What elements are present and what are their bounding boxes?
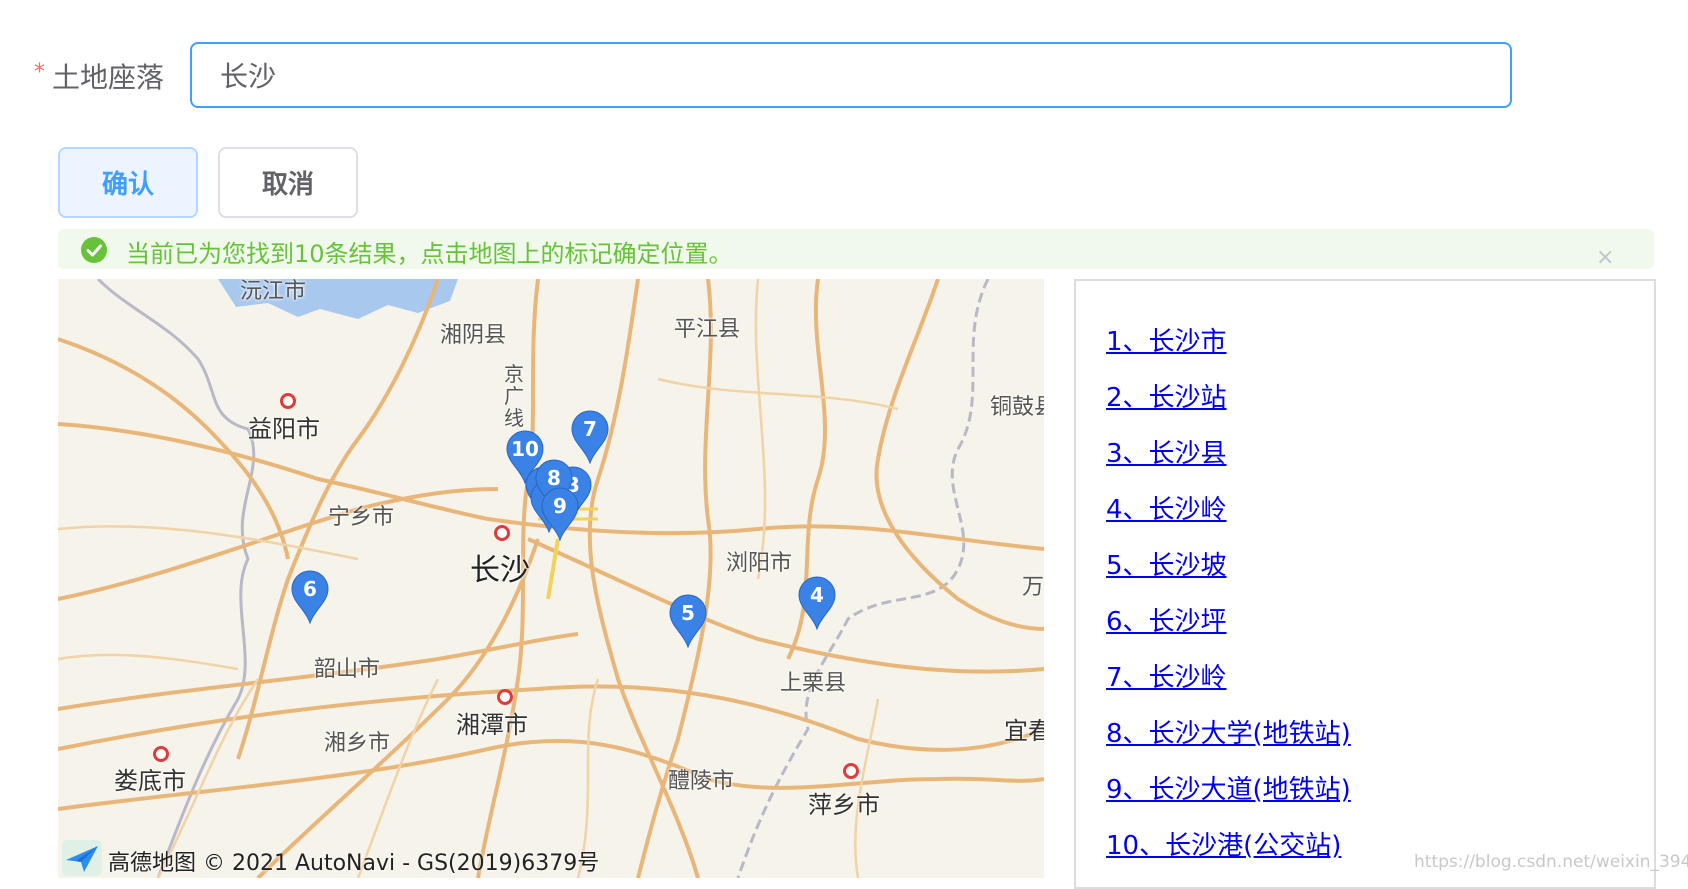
search-result-alert: 当前已为您找到10条结果，点击地图上的标记确定位置。 ×	[58, 229, 1654, 269]
map-label-xiangxiang: 湘乡市	[324, 731, 391, 756]
result-item-10[interactable]: 10、长沙港(公交站)	[1106, 825, 1341, 862]
success-check-icon	[81, 237, 107, 263]
alert-message: 当前已为您找到10条结果，点击地图上的标记确定位置。	[126, 240, 733, 268]
map-marker-label: 7	[583, 417, 597, 441]
map-label-loudi: 娄底市	[114, 767, 186, 795]
map-city-dot-pingxiang	[843, 763, 859, 779]
search-result-list: 1、长沙市 2、长沙站 3、长沙县 4、长沙岭 5、长沙坡 6、长沙坪 7、长沙…	[1074, 279, 1656, 889]
close-icon[interactable]: ×	[1596, 247, 1614, 269]
map-marker-7[interactable]: 7	[571, 410, 609, 464]
map-label-ningxiang: 宁乡市	[328, 505, 395, 530]
map-label-pingjiang: 平江县	[674, 317, 741, 342]
map-label-railway: 京广线	[504, 362, 524, 430]
result-item-4[interactable]: 4、长沙岭	[1106, 489, 1227, 526]
land-location-label: 土地座落	[52, 61, 165, 94]
amap-logo-icon	[62, 840, 102, 876]
map-marker-5[interactable]: 5	[669, 594, 707, 648]
map-marker-6[interactable]: 6	[291, 570, 329, 624]
map-label-liling: 醴陵市	[668, 769, 735, 794]
map-marker-10[interactable]: 10	[506, 430, 544, 484]
map-label-shangli: 上栗县	[780, 671, 847, 696]
map-label-tonggu: 铜鼓县	[990, 395, 1044, 420]
cancel-button[interactable]: 取消	[218, 147, 358, 218]
map-road-layer	[58, 279, 1044, 878]
result-item-6[interactable]: 6、长沙坪	[1106, 601, 1227, 638]
result-item-2[interactable]: 2、长沙站	[1106, 377, 1227, 414]
map-label-shaoshan: 韶山市	[314, 657, 381, 682]
map-marker-label: 9	[553, 494, 567, 518]
map-city-dot-changsha	[494, 525, 510, 541]
map-label-yiyang: 益阳市	[248, 415, 320, 443]
map-view[interactable]: 沅江市 湘阴县 平江县 铜鼓县 益阳市 宁乡市 京广线 长沙 浏阳市 万 韶山市…	[58, 279, 1044, 878]
map-credit: 高德地图 © 2021 AutoNavi - GS(2019)6379号	[108, 851, 600, 876]
map-marker-label: 4	[810, 583, 824, 607]
map-label-liuyang: 浏阳市	[726, 551, 793, 576]
map-label-xiangtan: 湘潭市	[456, 711, 528, 739]
result-item-3[interactable]: 3、长沙县	[1106, 433, 1227, 470]
required-mark: *	[34, 60, 45, 85]
map-label-yuanjiang: 沅江市	[240, 279, 307, 304]
map-marker-4[interactable]: 4	[798, 576, 836, 630]
watermark: https://blog.csdn.net/weixin_39410229	[1414, 852, 1688, 872]
result-item-7[interactable]: 7、长沙岭	[1106, 657, 1227, 694]
map-marker-label: 10	[511, 437, 539, 461]
land-location-form-item: * 土地座落	[0, 40, 1520, 110]
map-label-pingxiang: 萍乡市	[808, 791, 880, 819]
map-label-changsha: 长沙	[470, 553, 530, 588]
map-label-wanzai: 万	[1022, 575, 1044, 600]
confirm-button[interactable]: 确认	[58, 147, 198, 218]
result-item-1[interactable]: 1、长沙市	[1106, 321, 1227, 358]
map-city-dot-loudi	[153, 746, 169, 762]
map-city-dot-xiangtan	[497, 689, 513, 705]
result-item-9[interactable]: 9、长沙大道(地铁站)	[1106, 769, 1351, 806]
map-marker-label: 5	[681, 601, 695, 625]
map-label-yichun: 宜春	[1004, 717, 1044, 745]
result-item-5[interactable]: 5、长沙坡	[1106, 545, 1227, 582]
map-city-dot-yiyang	[280, 393, 296, 409]
map-marker-9[interactable]: 9	[541, 487, 579, 541]
land-location-input[interactable]	[190, 42, 1512, 108]
map-marker-label: 6	[303, 577, 317, 601]
result-item-8[interactable]: 8、长沙大学(地铁站)	[1106, 713, 1351, 750]
map-label-xiangyin: 湘阴县	[440, 323, 507, 348]
